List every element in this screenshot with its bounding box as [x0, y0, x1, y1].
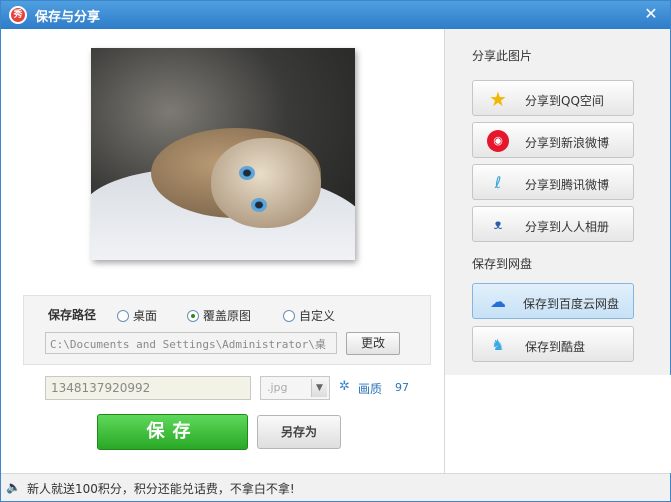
radio-custom[interactable]: 自定义 — [283, 307, 335, 324]
tencent-weibo-icon: ℓ — [494, 173, 502, 192]
radio-label: 桌面 — [133, 309, 158, 323]
baidu-cloud-icon: ☁ — [490, 292, 506, 311]
radio-label: 覆盖原图 — [203, 309, 252, 323]
radio-overwrite-original[interactable]: 覆盖原图 — [187, 307, 251, 324]
share-sina-weibo-button[interactable]: ◉ 分享到新浪微博 — [472, 122, 634, 158]
save-as-button[interactable]: 另存为 — [257, 415, 341, 449]
radio-button[interactable] — [117, 309, 129, 322]
save-path-label: 保存路径 — [48, 308, 97, 322]
share-label: 分享到QQ空间 — [525, 94, 604, 108]
share-qzone-button[interactable]: ★ 分享到QQ空间 — [472, 80, 634, 116]
image-preview — [91, 48, 355, 260]
radio-button[interactable] — [283, 309, 295, 322]
meitu-logo-icon: 秀 — [9, 6, 27, 24]
sina-weibo-icon: ◉ — [487, 130, 509, 152]
quality-link[interactable]: 画质 — [358, 380, 382, 397]
cloud-label: 保存到酷盘 — [525, 340, 586, 354]
filename-field[interactable]: 1348137920992 — [45, 376, 251, 400]
title-bar: 秀 保存与分享 ✕ — [1, 1, 670, 29]
close-button[interactable]: ✕ — [642, 5, 660, 23]
quality-value: 97 — [395, 381, 409, 394]
save-path-panel: 保存路径 桌面 覆盖原图 自定义 C:\Documents and Settin… — [23, 295, 431, 365]
kupan-rabbit-icon: ♞ — [491, 336, 505, 354]
chevron-down-icon[interactable]: ▼ — [311, 379, 327, 397]
share-tencent-weibo-button[interactable]: ℓ 分享到腾讯微博 — [472, 164, 634, 200]
kitten-photo — [91, 48, 355, 260]
qzone-star-icon: ★ — [489, 87, 507, 111]
radio-label: 自定义 — [299, 309, 336, 323]
save-baidu-cloud-button[interactable]: ☁ 保存到百度云网盘 — [472, 283, 634, 319]
radio-desktop[interactable]: 桌面 — [117, 307, 157, 324]
radio-button[interactable] — [187, 309, 199, 322]
extension-value: .jpg — [267, 381, 288, 394]
extension-select[interactable]: .jpg ▼ — [260, 376, 330, 400]
save-path-field[interactable]: C:\Documents and Settings\Administrator\… — [45, 332, 337, 354]
save-button[interactable]: 保存 — [97, 414, 248, 450]
renren-icon: ᴥ — [493, 217, 503, 233]
share-label: 分享到人人相册 — [525, 220, 610, 234]
speaker-icon: 🔈 — [6, 480, 21, 494]
save-kupan-button[interactable]: ♞ 保存到酷盘 — [472, 326, 634, 362]
window-title: 保存与分享 — [35, 10, 101, 25]
promo-text[interactable]: 新人就送100积分，积分还能兑话费，不拿白不拿! — [27, 480, 295, 497]
share-renren-button[interactable]: ᴥ 分享到人人相册 — [472, 206, 634, 242]
share-heading: 分享此图片 — [472, 49, 533, 63]
right-panel: 分享此图片 ★ 分享到QQ空间 ◉ 分享到新浪微博 ℓ 分享到腾讯微博 ᴥ 分享… — [444, 29, 671, 473]
left-panel: 保存路径 桌面 覆盖原图 自定义 C:\Documents and Settin… — [2, 29, 444, 473]
gear-icon[interactable]: ✲ — [339, 379, 350, 394]
cloud-heading: 保存到网盘 — [472, 257, 533, 271]
share-label: 分享到新浪微博 — [525, 136, 610, 150]
cloud-label: 保存到百度云网盘 — [523, 297, 620, 311]
share-label: 分享到腾讯微博 — [525, 178, 610, 192]
status-bar: 🔈 新人就送100积分，积分还能兑话费，不拿白不拿! — [1, 473, 670, 501]
change-path-button[interactable]: 更改 — [346, 332, 400, 355]
save-and-share-dialog: 秀 保存与分享 ✕ 保存路径 桌面 覆盖原图 自定义 C:\Documents … — [0, 0, 671, 502]
